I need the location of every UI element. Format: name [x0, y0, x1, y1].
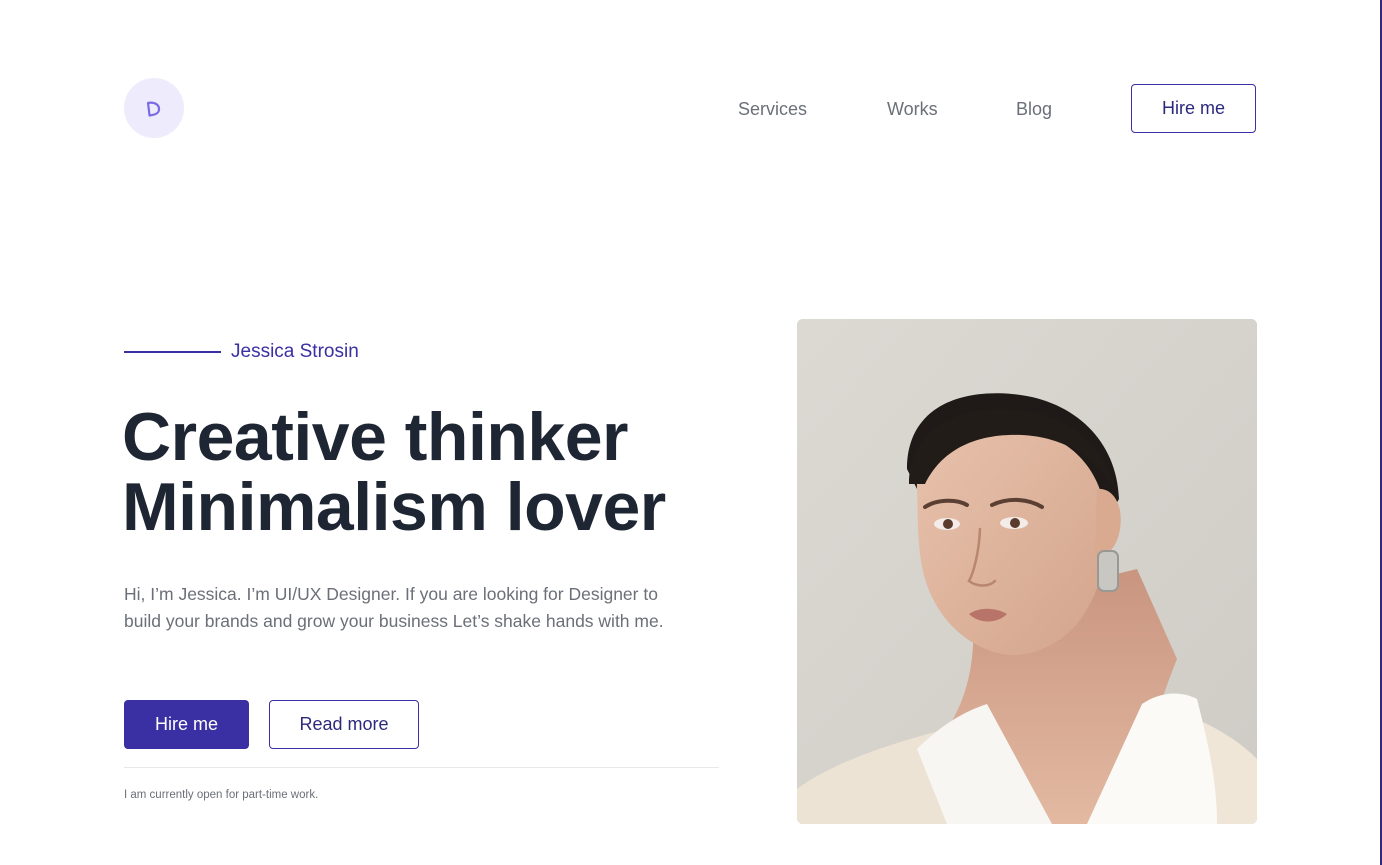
designer-name: Jessica Strosin [231, 341, 359, 362]
portrait-photo [797, 319, 1257, 824]
hero-headline: Creative thinker Minimalism lover [122, 402, 666, 542]
headline-line-2: Minimalism lover [122, 469, 666, 545]
hero-hire-me-button[interactable]: Hire me [124, 700, 249, 749]
header-hire-me-button[interactable]: Hire me [1131, 84, 1256, 133]
availability-note: I am currently open for part-time work. [124, 789, 319, 801]
nav-link-works[interactable]: Works [887, 96, 938, 122]
logo[interactable] [124, 78, 184, 138]
hero-divider [124, 767, 719, 768]
d-letter-icon [146, 101, 161, 117]
portrait-illustration [797, 319, 1257, 824]
nav-link-services[interactable]: Services [738, 96, 807, 122]
headline-line-1: Creative thinker [122, 399, 628, 475]
eyebrow-divider-line [124, 351, 221, 353]
read-more-button[interactable]: Read more [269, 700, 419, 749]
name-eyebrow: Jessica Strosin [124, 339, 359, 365]
nav-link-blog[interactable]: Blog [1016, 96, 1052, 122]
hero-intro-text: Hi, I’m Jessica. I’m UI/UX Designer. If … [124, 584, 664, 631]
landing-page: Services Works Blog Hire me Jessica Stro… [0, 0, 1382, 865]
